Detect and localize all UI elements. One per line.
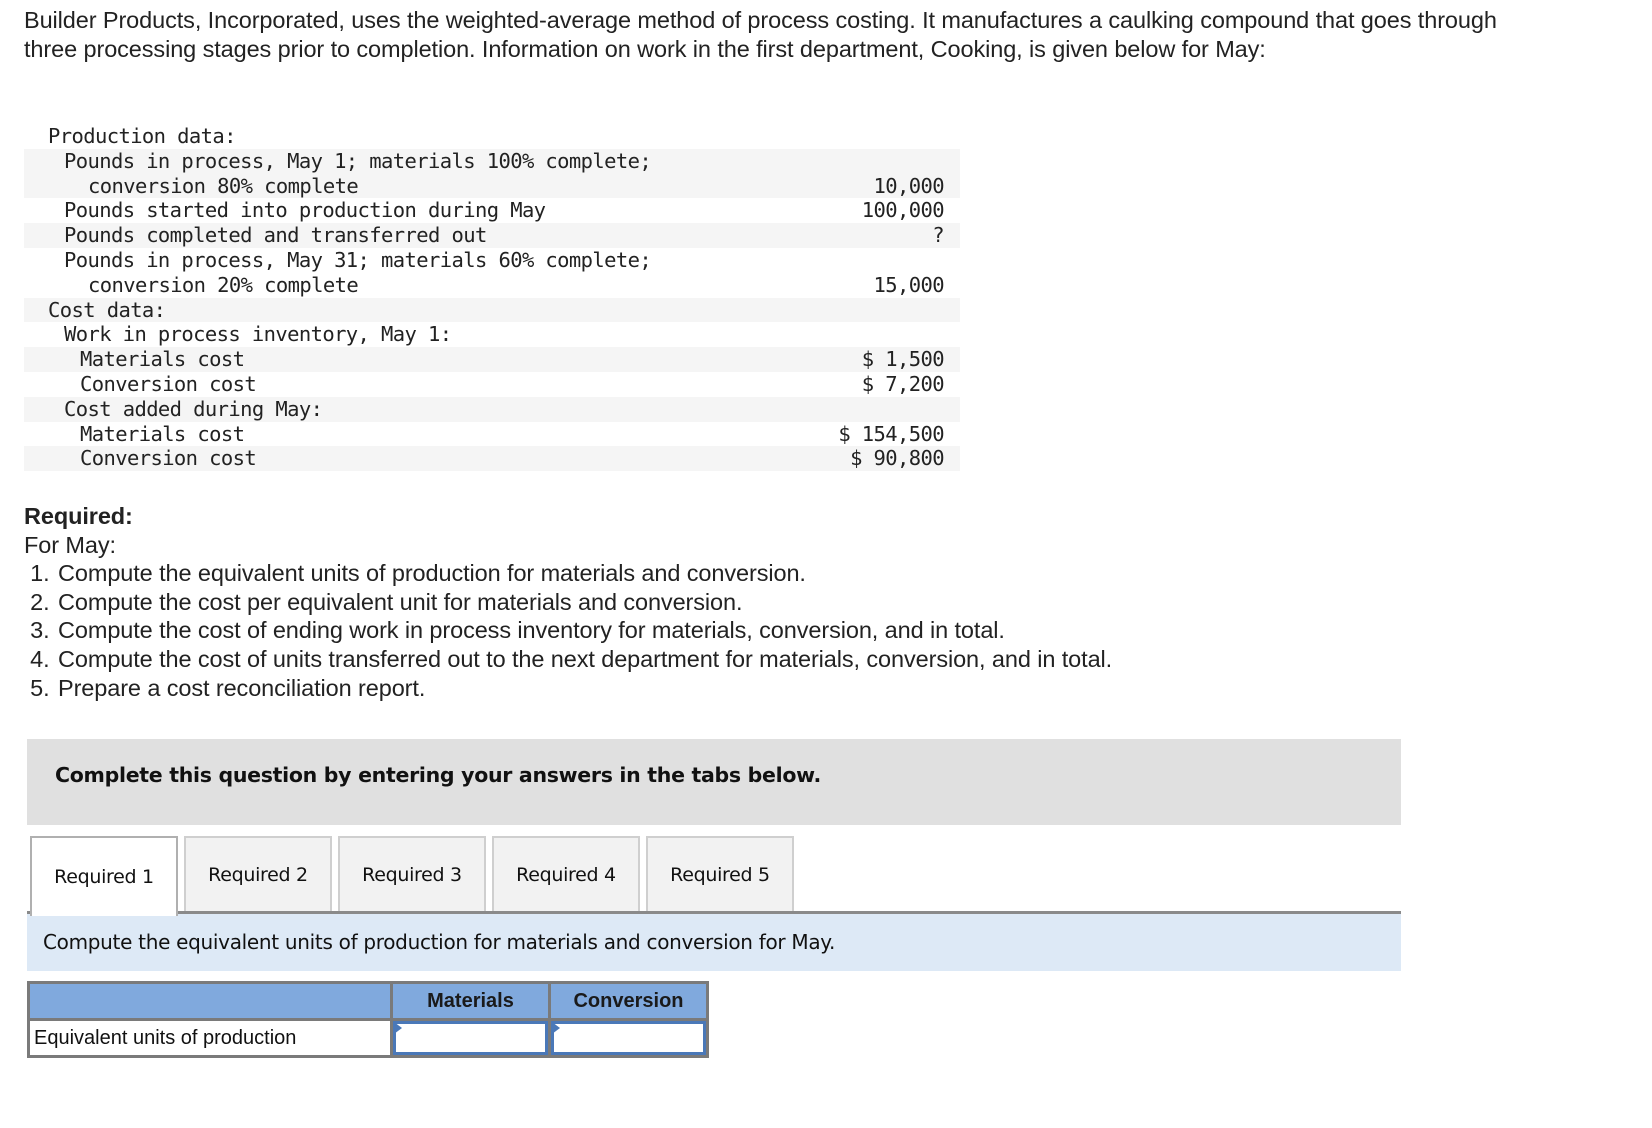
tab-instruction: Compute the equivalent units of producti…: [27, 914, 1401, 971]
data-row-label: Materials cost: [24, 347, 744, 372]
data-row: conversion 80% complete 10,000: [24, 173, 960, 199]
data-row-label: Pounds in process, May 31; materials 60%…: [64, 247, 652, 272]
tab-instruction-text: Compute the equivalent units of producti…: [43, 930, 836, 954]
data-row: Pounds in process, May 31; materials 60%…: [24, 248, 960, 273]
data-row-value: [744, 148, 960, 174]
data-row-label: Pounds in process, May 1; materials 100%…: [24, 148, 744, 174]
data-row-value: 10,000: [744, 173, 960, 199]
input-marker-icon: [552, 1022, 560, 1034]
required-item-1: Compute the equivalent units of producti…: [56, 559, 1424, 588]
header-conversion: Conversion: [548, 981, 709, 1021]
data-row: Production data:: [24, 124, 960, 149]
tab-required-3[interactable]: Required 3: [338, 836, 486, 912]
production-cost-data-table: Production data: Pounds in process, May 1…: [24, 124, 960, 472]
data-row: Conversion cost $ 90,800: [24, 446, 960, 472]
input-marker-icon: [394, 1022, 402, 1034]
problem-intro: Builder Products, Incorporated, uses the…: [24, 7, 1497, 62]
data-row: Pounds in process, May 1; materials 100%…: [24, 148, 960, 174]
data-row-value: [744, 396, 960, 422]
conversion-equivalent-units-input[interactable]: [551, 1021, 706, 1055]
required-item-2: Compute the cost per equivalent unit for…: [56, 588, 1424, 617]
data-row-label: Cost data:: [24, 297, 744, 323]
data-row-value: $ 1,500: [744, 347, 960, 372]
required-list: Compute the equivalent units of producti…: [24, 559, 1424, 702]
required-item-5: Prepare a cost reconciliation report.: [56, 674, 1424, 703]
data-row-value: 100,000: [861, 198, 945, 223]
required-section: Required: For May: Compute the equivalen…: [24, 502, 1424, 702]
conversion-cell: [548, 1018, 709, 1058]
tab-required-4[interactable]: Required 4: [492, 836, 640, 912]
header-materials: Materials: [390, 981, 551, 1021]
data-row: Pounds started into production during Ma…: [24, 198, 960, 223]
data-row-label: Work in process inventory, May 1:: [64, 322, 452, 347]
data-row-value: [744, 248, 960, 273]
table-row: Equivalent units of production: [27, 1018, 709, 1058]
data-row-label: Conversion cost: [80, 371, 257, 396]
required-item-4: Compute the cost of units transferred ou…: [56, 645, 1424, 674]
tab-required-1[interactable]: Required 1: [30, 836, 178, 916]
data-row-value: [744, 297, 960, 323]
tab-required-2[interactable]: Required 2: [184, 836, 332, 912]
banner-text: Complete this question by entering your …: [55, 763, 821, 787]
row-label-equivalent-units: Equivalent units of production: [27, 1018, 393, 1058]
data-row-label: Materials cost: [80, 421, 245, 446]
materials-equivalent-units-input[interactable]: [393, 1021, 548, 1055]
data-row-value: $ 7,200: [861, 371, 945, 396]
data-row-label: conversion 20% complete: [88, 272, 359, 297]
data-row: Pounds completed and transferred out?: [24, 223, 960, 248]
data-row-label: conversion 80% complete: [24, 173, 744, 199]
equivalent-units-answer-table: Materials Conversion Equivalent units of…: [27, 981, 709, 1058]
required-subheading: For May:: [24, 531, 116, 558]
data-row-value: $ 90,800: [744, 446, 960, 472]
data-row-label: Conversion cost: [24, 446, 744, 472]
data-row-label: Cost added during May:: [24, 396, 744, 422]
data-row: Materials cost $ 1,500: [24, 347, 960, 372]
data-row: Cost added during May:: [24, 396, 960, 422]
data-row: Conversion cost $ 7,200: [24, 372, 960, 397]
data-row-value: [744, 124, 960, 149]
header-blank: [27, 981, 393, 1021]
data-row: Materials cost $ 154,500: [24, 422, 960, 447]
data-row-value: ?: [744, 223, 960, 248]
data-row-label: Production data:: [48, 124, 236, 148]
data-row-label: Pounds completed and transferred out: [24, 223, 744, 248]
instructions-banner: Complete this question by entering your …: [27, 739, 1401, 825]
tab-required-5[interactable]: Required 5: [646, 836, 794, 912]
data-row-value: $ 154,500: [838, 421, 944, 446]
required-item-3: Compute the cost of ending work in proce…: [56, 616, 1424, 645]
data-row-label: Pounds started into production during Ma…: [64, 198, 546, 223]
required-heading: Required:: [24, 503, 133, 529]
data-row: Cost data:: [24, 297, 960, 323]
data-row-value: [744, 322, 960, 347]
data-row: Work in process inventory, May 1:: [24, 322, 960, 347]
materials-cell: [390, 1018, 551, 1058]
data-row-value: 15,000: [873, 272, 945, 297]
data-row: conversion 20% complete 15,000: [24, 273, 960, 298]
